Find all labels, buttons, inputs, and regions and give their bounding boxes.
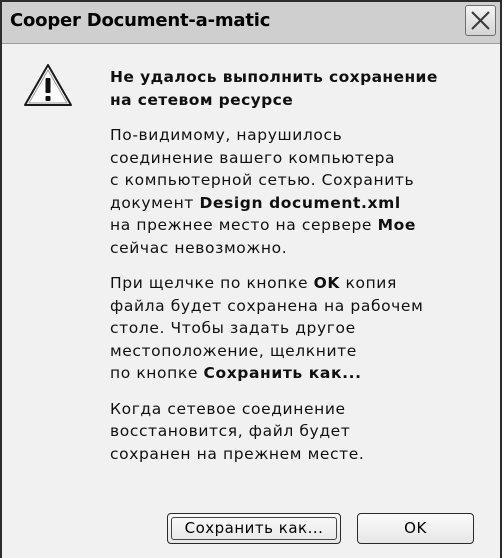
text-run: копия xyxy=(340,274,397,292)
paragraph-line: сохранен на прежнем месте. xyxy=(110,444,365,463)
ok-button-label: OK xyxy=(404,519,427,537)
message-body: Не удалось выполнить сохранение на сетев… xyxy=(110,66,482,478)
text-run: документ xyxy=(110,193,200,212)
paragraph-line: столе. Чтобы задать другое xyxy=(110,319,356,337)
file-name: Design document.xml xyxy=(199,193,401,212)
window-title: Cooper Document-a-matic xyxy=(10,10,271,31)
ok-button[interactable]: OK xyxy=(357,513,474,544)
message-heading: Не удалось выполнить сохранение на сетев… xyxy=(110,66,482,111)
paragraph-line: соединение вашего компьютера xyxy=(110,148,396,167)
focus-ring xyxy=(171,517,337,540)
paragraph-line: с компьютерной сетью. Сохранить xyxy=(110,171,415,189)
paragraph-line: сейчас невозможно. xyxy=(110,238,288,257)
close-icon xyxy=(471,11,490,30)
message-paragraph-2: При щелчке по кнопке OK копия файла буде… xyxy=(110,272,482,385)
paragraph-line: файла будет сохранена на рабочем xyxy=(110,296,424,315)
paragraph-line: документ Design document.xml xyxy=(110,192,482,215)
save-as-reference: Сохранить как... xyxy=(203,364,362,382)
message-paragraph-1: По-видимому, нарушилось соединение вашег… xyxy=(110,124,482,259)
paragraph-line: местоположение, щелкните xyxy=(110,341,357,360)
paragraph-line: Когда сетевое соединение xyxy=(110,399,346,418)
paragraph-line: При щелчке по кнопке OK копия xyxy=(110,272,482,295)
paragraph-line: восстановится, файл будет xyxy=(110,422,351,440)
text-run: по кнопке xyxy=(110,364,204,382)
save-as-button[interactable]: Сохранить как... xyxy=(167,513,341,544)
server-name: Мое xyxy=(377,216,416,234)
message-paragraph-3: Когда сетевое соединение восстановится, … xyxy=(110,398,482,466)
paragraph-line: по кнопке Сохранить как... xyxy=(110,362,482,385)
heading-line: Не удалось выполнить сохранение xyxy=(110,68,438,86)
paragraph-line: По-видимому, нарушилось xyxy=(110,126,343,144)
ok-reference: OK xyxy=(313,274,340,292)
text-run: на прежнее место на сервере xyxy=(110,216,378,234)
paragraph-line: на прежнее место на сервере Мое xyxy=(110,214,482,237)
close-button[interactable] xyxy=(465,5,496,36)
heading-line: на сетевом ресурсе xyxy=(110,90,294,109)
dialog-window: Cooper Document-a-matic Не удалось выпол… xyxy=(0,0,502,558)
warning-icon xyxy=(24,64,72,106)
text-run: При щелчке по кнопке xyxy=(110,274,314,292)
title-bar[interactable]: Cooper Document-a-matic xyxy=(2,2,500,44)
